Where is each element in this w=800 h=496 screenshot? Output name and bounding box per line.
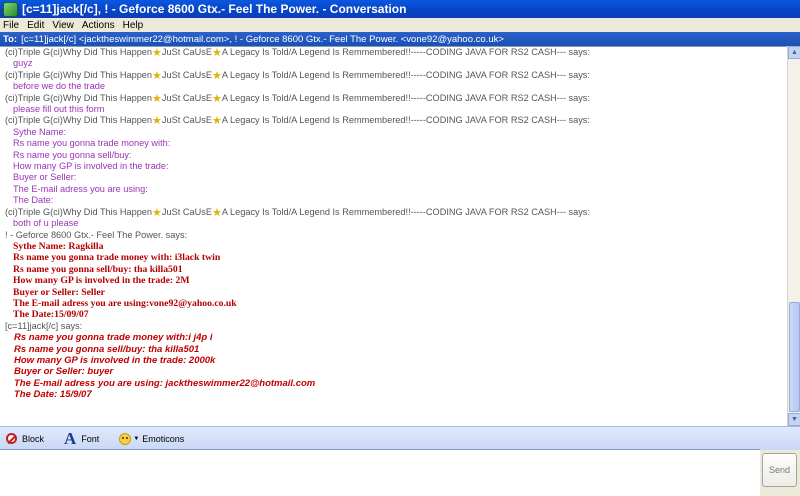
message-line: The Date:15/09/07 <box>13 309 89 321</box>
sender-line: (ci)Triple G(ci)Why Did This Happen★JuSt… <box>0 69 787 82</box>
message-line: Rs name you gonna trade money with: <box>13 138 171 149</box>
scroll-down-arrow-icon[interactable]: ▼ <box>788 413 800 426</box>
message-line: The E-mail adress you are using:vone92@y… <box>13 297 237 309</box>
menu-view[interactable]: View <box>49 20 79 31</box>
sender-line: [c=11]jack[/c] says: <box>5 320 83 331</box>
sender-name-part: JuSt CaUsE <box>161 92 212 103</box>
sender-name-part: (ci)Triple G(ci)Why Did This Happen <box>5 92 153 103</box>
star-icon: ★ <box>211 92 222 105</box>
scroll-up-arrow-icon[interactable]: ▲ <box>788 46 800 59</box>
message-line: Rs name you gonna trade money with: i3la… <box>13 252 221 264</box>
emoticons-label: Emoticons <box>142 433 185 444</box>
star-icon: ★ <box>152 92 162 105</box>
message-line: Buyer or Seller: buyer <box>14 366 114 378</box>
sender-name-part: A Legacy Is Told/A Legend Is Remmembered… <box>221 206 590 217</box>
menu-actions[interactable]: Actions <box>79 20 120 31</box>
message-line: before we do the trade <box>13 81 105 92</box>
block-button[interactable]: Block <box>6 433 44 444</box>
menu-file[interactable]: File <box>0 20 24 31</box>
sender-name-part: (ci)Triple G(ci)Why Did This Happen <box>5 115 153 126</box>
to-label: To: <box>3 33 18 45</box>
star-icon: ★ <box>211 47 222 59</box>
sender-name-part: (ci)Triple G(ci)Why Did This Happen <box>5 47 153 57</box>
conversation-history[interactable]: (ci)Triple G(ci)Why Did This Happen★JuSt… <box>0 46 787 427</box>
block-label: Block <box>22 433 45 444</box>
sender-name-part: JuSt CaUsE <box>161 69 212 80</box>
title-bar: [c=11]jack[/c], ! - Geforce 8600 Gtx.- F… <box>0 0 800 18</box>
sender-name-part: A Legacy Is Told/A Legend Is Remmembered… <box>221 92 590 103</box>
star-icon: ★ <box>211 69 222 82</box>
sender-name-part: JuSt CaUsE <box>161 115 212 126</box>
send-button[interactable]: Send <box>762 453 797 487</box>
sender-line: (ci)Triple G(ci)Why Did This Happen★JuSt… <box>0 92 787 105</box>
scroll-thumb[interactable] <box>789 302 800 412</box>
message-line: Rs name you gonna sell/buy: tha killa501 <box>14 343 200 355</box>
star-icon: ★ <box>152 115 162 128</box>
star-icon: ★ <box>152 47 162 59</box>
sender-name-part: (ci)Triple G(ci)Why Did This Happen <box>5 206 153 217</box>
message-line: How many GP is involved in the trade: <box>13 161 169 172</box>
message-line: The E-mail adress you are using: <box>13 183 148 194</box>
font-label: Font <box>81 433 100 444</box>
sender-line: (ci)Triple G(ci)Why Did This Happen★JuSt… <box>0 47 787 59</box>
message-line: The Date: <box>13 195 54 206</box>
menu-help[interactable]: Help <box>120 20 149 31</box>
message-line: both of u please <box>13 218 79 229</box>
message-line: guyz <box>13 58 33 69</box>
emoticons-button[interactable]: ▼ Emoticons <box>119 432 185 445</box>
messenger-app-icon <box>3 1 18 17</box>
sender-line: (ci)Triple G(ci)Why Did This Happen★JuSt… <box>0 115 787 128</box>
sender-name-part: A Legacy Is Told/A Legend Is Remmembered… <box>221 47 590 57</box>
format-toolbar: Block A Font ▼ Emoticons <box>0 426 800 450</box>
message-line: Rs name you gonna sell/buy: tha killa501 <box>13 263 183 275</box>
font-icon: A <box>64 428 77 448</box>
message-line: Sythe Name: Ragkilla <box>13 240 104 252</box>
message-line: The Date: 15/9/07 <box>14 389 92 401</box>
dropdown-arrow-icon: ▼ <box>133 435 140 442</box>
window-title: [c=11]jack[/c], ! - Geforce 8600 Gtx.- F… <box>22 2 407 16</box>
sender-name-part: JuSt CaUsE <box>161 206 212 217</box>
message-line: Buyer or Seller: Seller <box>13 286 105 298</box>
star-icon: ★ <box>152 206 162 219</box>
message-input[interactable] <box>0 449 760 496</box>
sender-name-part: JuSt CaUsE <box>161 47 212 57</box>
recipients-bar: To: [c=11]jack[/c] <jacktheswimmer22@hot… <box>0 32 800 46</box>
message-line: Buyer or Seller: <box>13 172 77 183</box>
sender-line: (ci)Triple G(ci)Why Did This Happen★JuSt… <box>0 206 787 219</box>
star-icon: ★ <box>211 206 222 219</box>
message-line: How many GP is involved in the trade: 2M <box>13 275 190 287</box>
message-line: How many GP is involved in the trade: 20… <box>14 354 216 366</box>
message-line: Sythe Name: <box>13 126 67 137</box>
sender-name-part: A Legacy Is Told/A Legend Is Remmembered… <box>221 115 590 126</box>
message-line: Rs name you gonna trade money with:i j4p… <box>14 332 213 344</box>
menu-bar: File Edit View Actions Help <box>0 18 800 33</box>
star-icon: ★ <box>211 115 222 128</box>
message-line: Rs name you gonna sell/buy: <box>13 149 132 160</box>
star-icon: ★ <box>152 69 162 82</box>
smiley-icon <box>119 432 132 445</box>
message-line: please fill out this form <box>13 104 105 115</box>
menu-edit[interactable]: Edit <box>24 20 49 31</box>
chat-scrollbar[interactable]: ▲ ▼ <box>787 46 800 426</box>
message-line: The E-mail adress you are using: jackthe… <box>14 377 316 389</box>
recipients-text[interactable]: [c=11]jack[/c] <jacktheswimmer22@hotmail… <box>21 34 504 45</box>
block-icon <box>6 433 17 444</box>
sender-line: ! - Geforce 8600 Gtx.- Feel The Power. s… <box>5 229 188 240</box>
sender-name-part: A Legacy Is Told/A Legend Is Remmembered… <box>221 69 590 80</box>
font-button[interactable]: A Font <box>64 428 100 448</box>
sender-name-part: (ci)Triple G(ci)Why Did This Happen <box>5 69 153 80</box>
